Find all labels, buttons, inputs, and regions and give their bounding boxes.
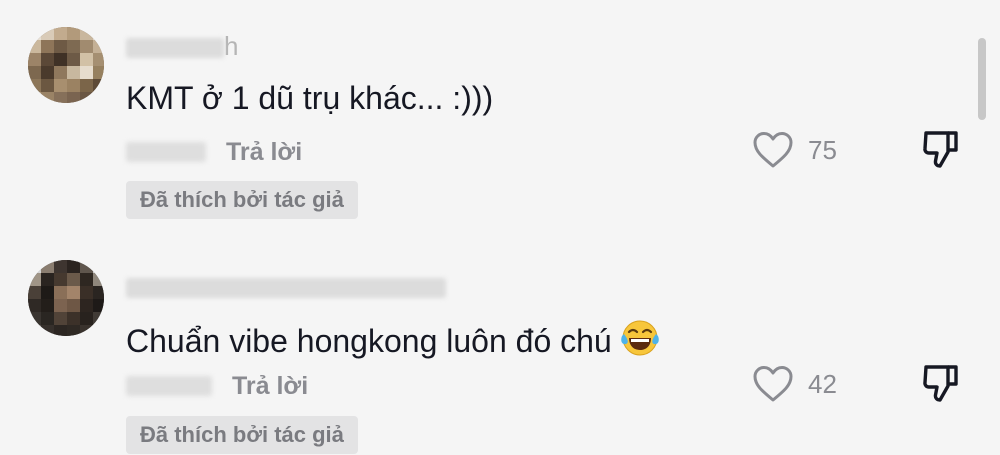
reply-button[interactable]: Trả lời <box>232 372 308 401</box>
heart-outline-icon[interactable] <box>752 130 794 170</box>
liked-by-author-badge: Đã thích bởi tác giả <box>126 181 358 219</box>
heart-outline-icon[interactable] <box>752 364 794 404</box>
avatar[interactable] <box>28 260 104 336</box>
comment-meta: Trả lời <box>126 369 308 403</box>
comment-text: Chuẩn vibe hongkong luôn đó chú <box>126 318 660 360</box>
username-visible-tail: h <box>224 31 239 61</box>
username[interactable] <box>126 274 446 299</box>
comment-meta: Trả lời <box>126 135 302 169</box>
comment-text-body: Chuẩn vibe hongkong luôn đó chú <box>126 323 612 359</box>
comments-panel: h KMT ở 1 dũ trụ khác... :))) Trả lời 75… <box>0 0 1000 455</box>
like-count: 75 <box>808 134 837 165</box>
laughing-tears-emoji <box>620 320 659 356</box>
like-group[interactable]: 42 <box>752 364 837 404</box>
username-redacted <box>126 38 224 59</box>
thumbs-down-icon[interactable] <box>920 362 962 404</box>
liked-by-author-badge: Đã thích bởi tác giả <box>126 416 358 454</box>
like-group[interactable]: 75 <box>752 130 837 170</box>
avatar[interactable] <box>28 27 104 103</box>
comment-item: h KMT ở 1 dũ trụ khác... :))) Trả lời 75… <box>0 0 1000 230</box>
timestamp-redacted <box>126 376 212 396</box>
comment-item: Chuẩn vibe hongkong luôn đó chú Trả lời … <box>0 236 1000 455</box>
thumbs-down-icon[interactable] <box>920 128 962 170</box>
username-redacted <box>126 278 446 299</box>
reply-button[interactable]: Trả lời <box>226 138 302 167</box>
like-count: 42 <box>808 368 837 399</box>
timestamp-redacted <box>126 142 206 162</box>
comment-text: KMT ở 1 dũ trụ khác... :))) <box>126 80 494 116</box>
username[interactable]: h <box>126 31 239 61</box>
